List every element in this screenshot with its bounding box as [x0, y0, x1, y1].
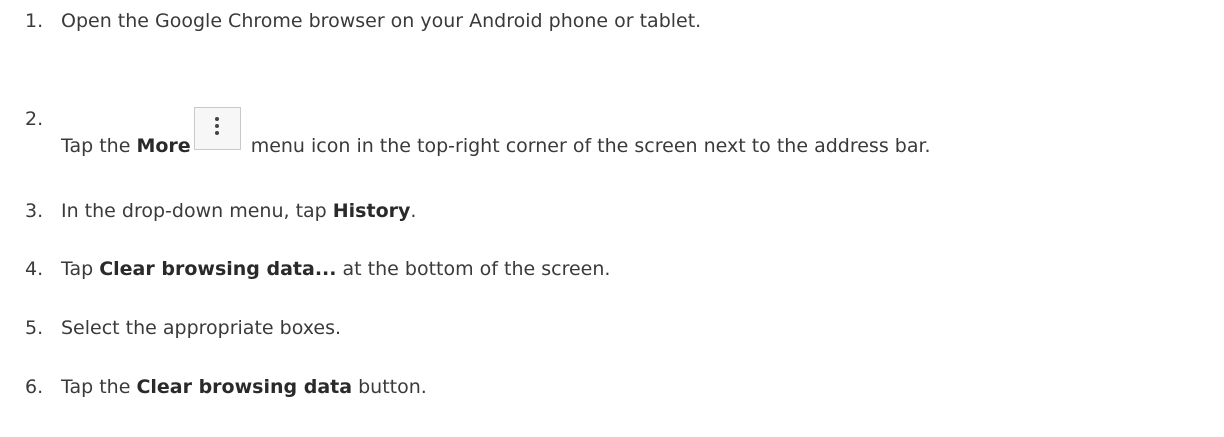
step-number: 1.	[25, 10, 44, 32]
step-text: Tap the More menu icon in the top-right …	[61, 107, 1181, 158]
step-text: Open the Google Chrome browser on your A…	[61, 10, 702, 32]
step-text: Tap the Clear browsing data button.	[61, 376, 427, 398]
step-number: 3.	[25, 200, 44, 222]
step-text: Select the appropriate boxes.	[61, 317, 342, 339]
step-text: Tap Clear browsing data... at the bottom…	[61, 258, 611, 280]
step-number: 4.	[25, 258, 44, 280]
more-label: More	[136, 135, 191, 157]
step-text: In the drop-down menu, tap History.	[61, 200, 417, 222]
clear-browsing-data-button-label: Clear browsing data	[136, 376, 353, 398]
history-label: History	[332, 200, 411, 222]
step-number: 6.	[25, 376, 44, 398]
clear-browsing-data-label: Clear browsing data...	[99, 258, 337, 280]
more-vert-icon	[193, 107, 241, 150]
step-number: 2.	[25, 108, 44, 130]
step-number: 5.	[25, 317, 44, 339]
